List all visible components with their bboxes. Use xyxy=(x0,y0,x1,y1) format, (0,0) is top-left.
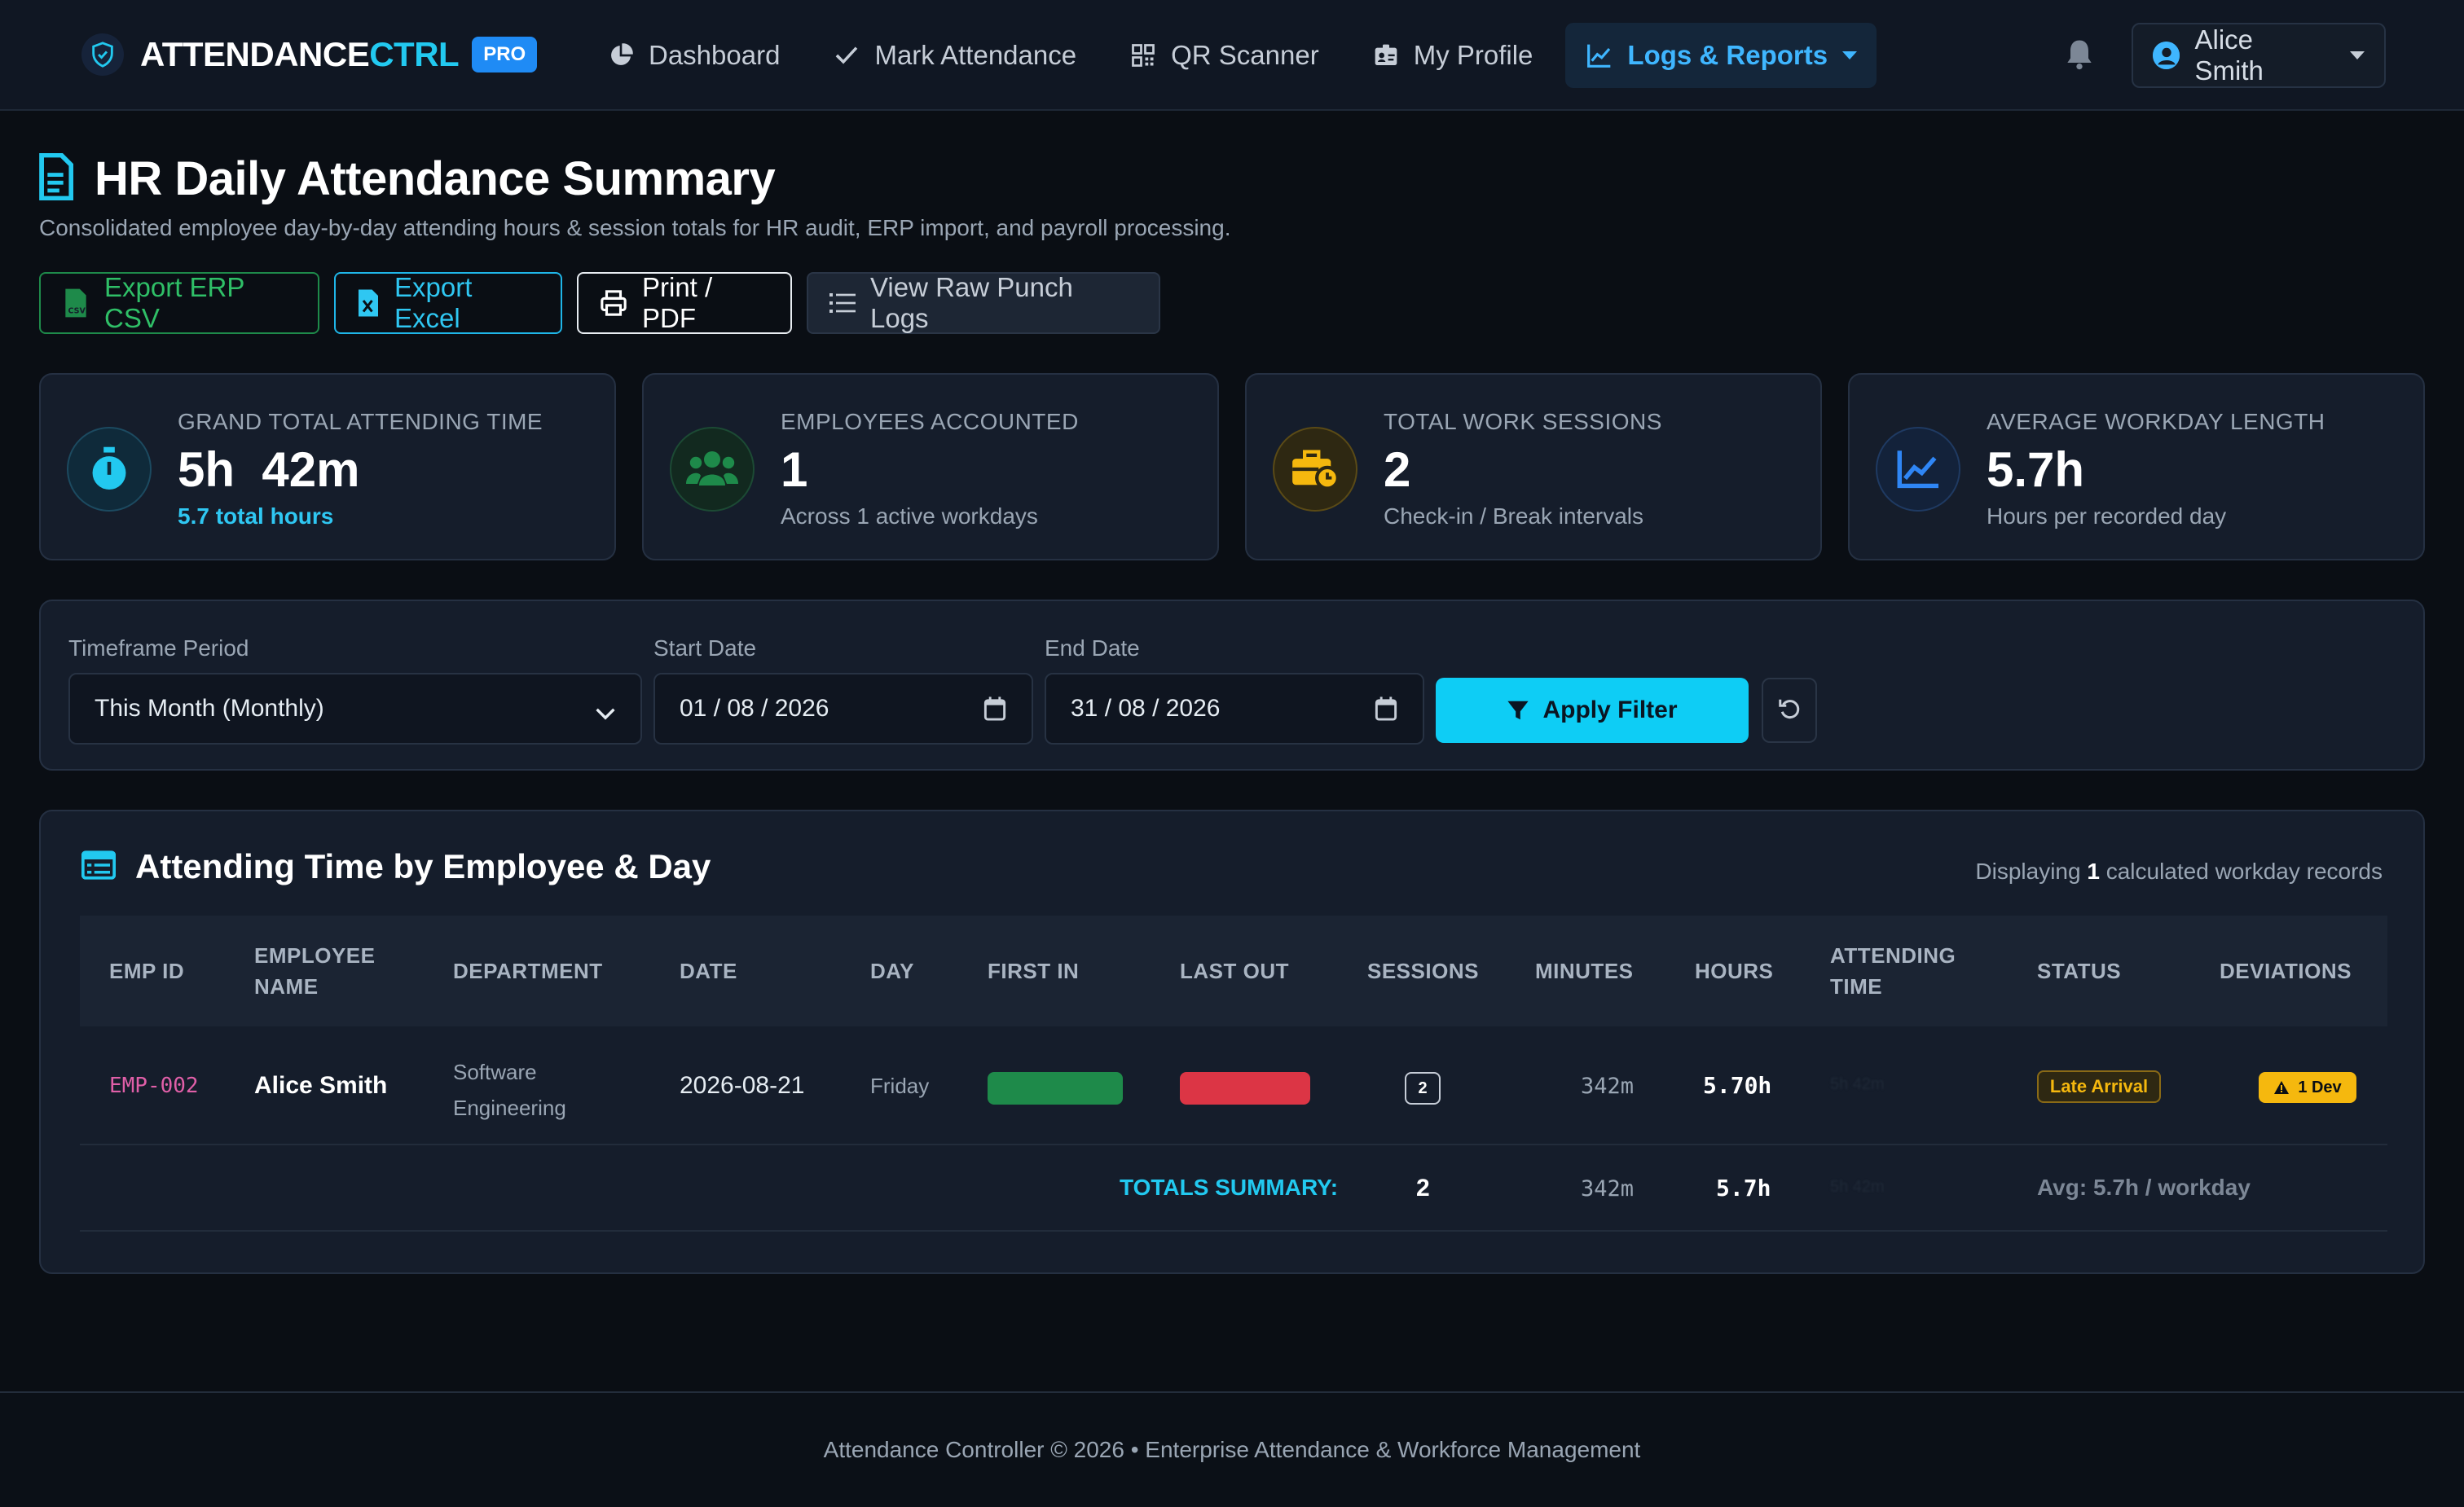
col-employee-name[interactable]: EMPLOYEE NAME xyxy=(254,940,375,1002)
svg-text:CSV: CSV xyxy=(68,307,86,316)
records-count: Displaying 1 calculated workday records xyxy=(1975,859,2383,884)
col-date[interactable]: DATE xyxy=(680,956,737,986)
footer: Attendance Controller © 2026 • Enterpris… xyxy=(0,1391,2464,1507)
apply-filter-button[interactable]: Apply Filter xyxy=(1436,678,1749,743)
briefcase-clock-icon xyxy=(1273,427,1357,512)
action-toolbar: CSV Export ERP CSV Export Excel Print / … xyxy=(39,272,1175,334)
department: Software Engineering xyxy=(453,1060,566,1120)
nav-logs-reports[interactable]: Logs & Reports xyxy=(1565,23,1877,88)
raw-punch-logs-button[interactable]: View Raw Punch Logs xyxy=(807,272,1160,334)
nav-mark-attendance[interactable]: Mark Attendance xyxy=(812,23,1096,88)
col-minutes[interactable]: MINUTES xyxy=(1535,956,1634,986)
hours: 5.70h xyxy=(1703,1072,1772,1099)
stat-card-total-time: Grand Total Attending Time 5h 42m 5.7 to… xyxy=(39,373,616,560)
calendar-icon[interactable] xyxy=(1374,696,1398,728)
stat-card-employees: Employees Accounted 1 Across 1 active wo… xyxy=(642,373,1219,560)
calendar-icon[interactable] xyxy=(983,696,1007,728)
excel-file-icon xyxy=(357,288,380,318)
day: Friday xyxy=(870,1074,930,1098)
totals-label: TOTALS SUMMARY: xyxy=(1120,1175,1339,1200)
nav-dashboard[interactable]: Dashboard xyxy=(587,23,799,88)
status-badge: Late Arrival xyxy=(2037,1070,2161,1103)
chevron-down-icon xyxy=(2350,51,2365,59)
totals-minutes: 342m xyxy=(1581,1176,1635,1202)
attending-time: 5h 42m xyxy=(1830,1075,1885,1093)
stat-card-sessions: Total Work Sessions 2 Check-in / Break i… xyxy=(1245,373,1822,560)
line-chart-icon xyxy=(1585,41,1614,70)
attendance-table-panel: Attending Time by Employee & Day Display… xyxy=(39,810,2425,1274)
totals-attending: 5h 42m xyxy=(1830,1178,1885,1196)
warning-icon xyxy=(2273,1080,2290,1095)
deviation-badge: 1 Dev xyxy=(2259,1072,2356,1103)
date: 2026-08-21 xyxy=(680,1072,805,1099)
check-icon xyxy=(832,41,861,70)
shield-logo-icon xyxy=(81,33,124,76)
table-icon xyxy=(81,850,117,884)
minutes: 342m xyxy=(1581,1074,1635,1099)
user-menu-button[interactable]: Alice Smith xyxy=(2132,23,2386,88)
col-sessions[interactable]: SESSIONS xyxy=(1367,956,1479,986)
col-department[interactable]: DEPARTMENT xyxy=(453,956,603,986)
totals-sessions: 2 xyxy=(1416,1175,1430,1202)
id-badge-icon xyxy=(1371,41,1401,70)
page-title: HR Daily Attendance Summary xyxy=(95,152,776,205)
footer-text: Attendance Controller © 2026 • Enterpris… xyxy=(823,1437,1641,1462)
start-date-label: Start Date xyxy=(653,635,757,661)
document-icon xyxy=(37,152,74,204)
table-row[interactable]: EMP-002 Alice Smith Software Engineering … xyxy=(80,1028,2387,1145)
bell-icon[interactable] xyxy=(2061,36,2097,72)
printer-icon xyxy=(600,289,627,317)
reset-filter-button[interactable] xyxy=(1762,678,1817,743)
filter-panel: Timeframe Period This Month (Monthly) St… xyxy=(39,600,2425,771)
csv-file-icon: CSV xyxy=(62,288,90,319)
table-header: EMP ID EMPLOYEE NAME DEPARTMENT DATE DAY … xyxy=(80,916,2387,1026)
col-attending-time[interactable]: ATTENDING TIME xyxy=(1830,940,1956,1002)
nav-qr-scanner[interactable]: QR Scanner xyxy=(1109,23,1339,88)
chevron-down-icon xyxy=(595,701,616,728)
totals-hours: 5.7h xyxy=(1716,1175,1771,1202)
sessions-badge: 2 xyxy=(1405,1072,1441,1105)
employee-name: Alice Smith xyxy=(254,1072,388,1099)
col-day[interactable]: DAY xyxy=(870,956,914,986)
first-in-bar xyxy=(988,1072,1123,1105)
panel-title: Attending Time by Employee & Day xyxy=(81,847,711,886)
page-subtitle: Consolidated employee day-by-day attendi… xyxy=(39,215,1231,240)
nav-my-profile[interactable]: My Profile xyxy=(1352,23,1553,88)
end-date-label: End Date xyxy=(1045,635,1140,661)
user-avatar-icon xyxy=(2153,42,2180,69)
brand-name: ATTENDANCECTRL xyxy=(140,35,460,73)
trend-chart-icon xyxy=(1876,427,1960,512)
timeframe-label: Timeframe Period xyxy=(68,635,249,661)
stopwatch-icon xyxy=(67,427,152,512)
last-out-bar xyxy=(1180,1072,1310,1105)
pie-chart-icon xyxy=(606,41,636,70)
list-icon xyxy=(829,292,856,314)
col-deviations[interactable]: DEVIATIONS xyxy=(2220,956,2352,986)
col-first-in[interactable]: FIRST IN xyxy=(988,956,1079,986)
totals-average: Avg: 5.7h / workday xyxy=(2037,1175,2251,1200)
print-pdf-button[interactable]: Print / PDF xyxy=(577,272,792,334)
start-date-input[interactable]: 01 / 08 / 2026 xyxy=(653,673,1033,745)
page-header: HR Daily Attendance Summary xyxy=(37,152,776,206)
chevron-down-icon xyxy=(1842,51,1858,59)
export-excel-button[interactable]: Export Excel xyxy=(334,272,562,334)
totals-row: TOTALS SUMMARY: 2 342m 5.7h 5h 42m Avg: … xyxy=(80,1147,2387,1232)
stat-card-average: Average Workday Length 5.7h Hours per re… xyxy=(1848,373,2425,560)
col-status[interactable]: STATUS xyxy=(2037,956,2121,986)
pro-badge: PRO xyxy=(472,37,538,72)
col-last-out[interactable]: LAST OUT xyxy=(1180,956,1289,986)
funnel-icon xyxy=(1507,699,1529,722)
undo-icon xyxy=(1777,696,1802,725)
end-date-input[interactable]: 31 / 08 / 2026 xyxy=(1045,673,1424,745)
col-emp-id[interactable]: EMP ID xyxy=(109,956,184,986)
emp-id: EMP-002 xyxy=(109,1074,199,1098)
qr-code-icon xyxy=(1129,41,1158,70)
user-name: Alice Smith xyxy=(2194,24,2264,86)
timeframe-select[interactable]: This Month (Monthly) xyxy=(68,673,642,745)
top-navbar: ATTENDANCECTRL PRO Dashboard Mark Attend… xyxy=(0,0,2464,111)
brand[interactable]: ATTENDANCECTRL PRO xyxy=(81,31,538,78)
export-csv-button[interactable]: CSV Export ERP CSV xyxy=(39,272,319,334)
users-icon xyxy=(670,427,755,512)
col-hours[interactable]: HOURS xyxy=(1695,956,1773,986)
